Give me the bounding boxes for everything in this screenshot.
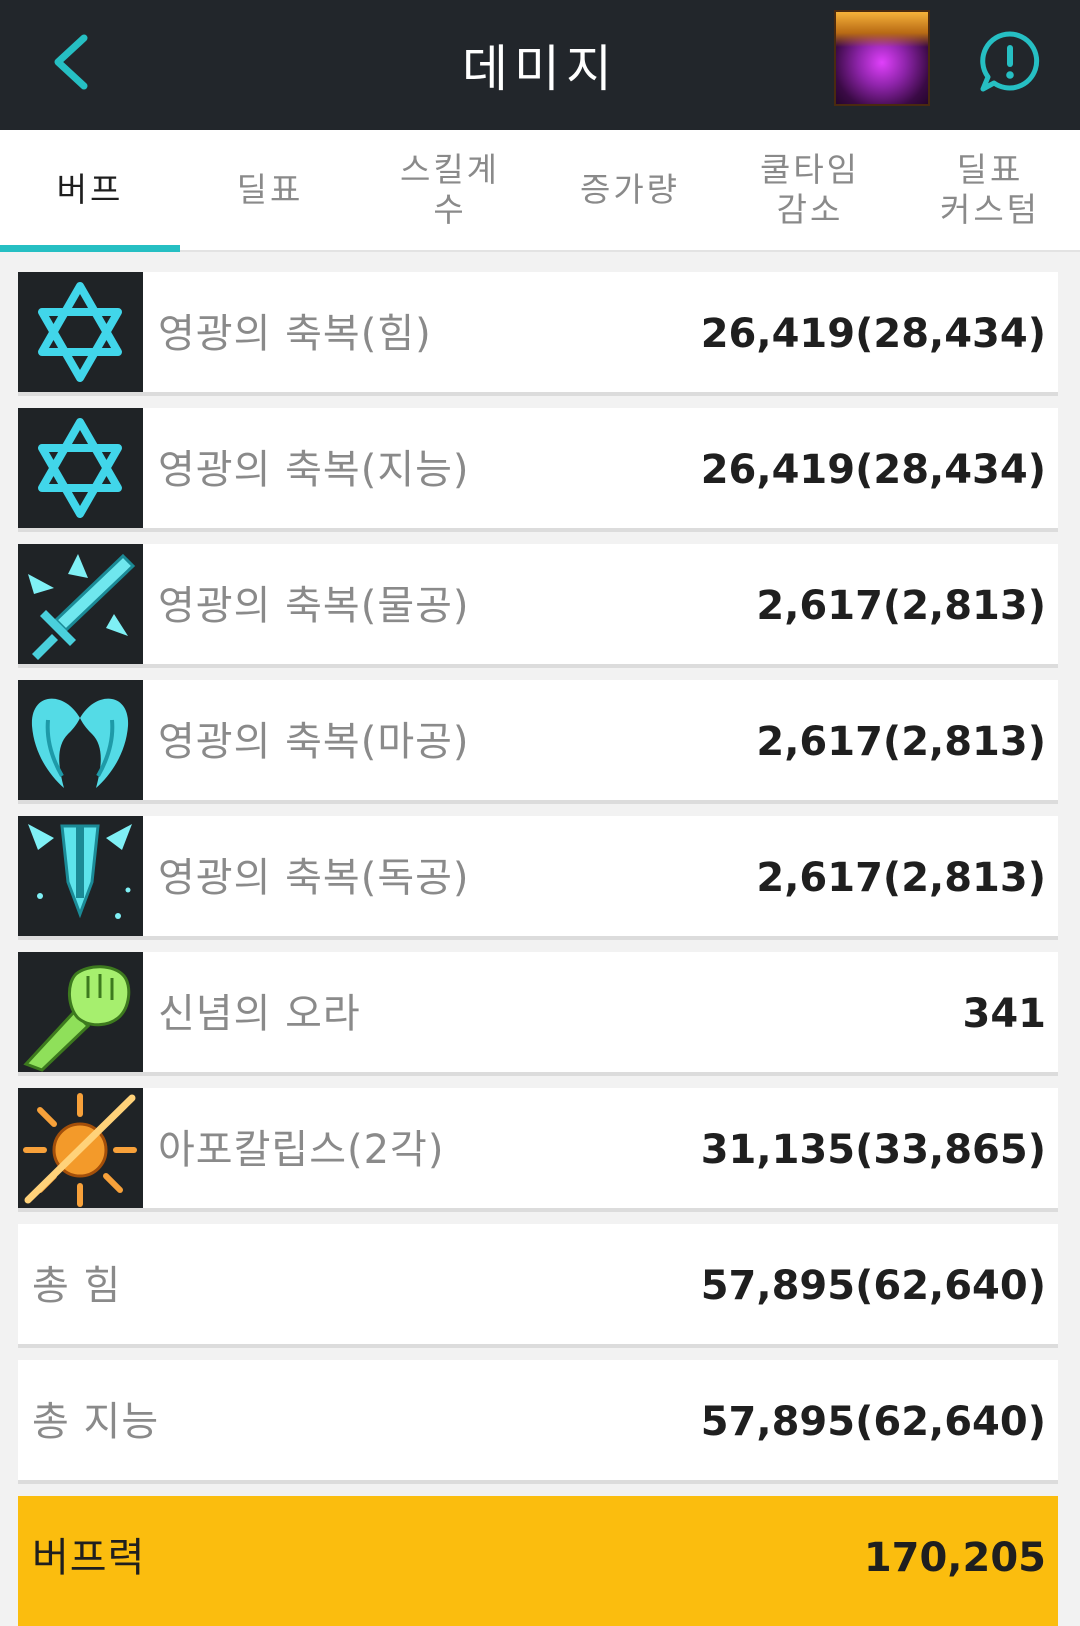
list-item: 아포칼립스(2각) 31,135(33,865) <box>18 1088 1058 1208</box>
total-label: 총 힘 <box>32 1263 122 1309</box>
list-item: 영광의 축복(마공) 2,617(2,813) <box>18 680 1058 800</box>
total-label: 총 지능 <box>32 1399 160 1445</box>
hexagram-icon <box>18 272 143 392</box>
buff-value: 341 <box>962 991 1047 1037</box>
list-item: 영광의 축복(힘) 26,419(28,434) <box>18 272 1058 392</box>
tab-buff[interactable]: 버프 <box>0 130 180 252</box>
list-item: 신념의 오라 341 <box>18 952 1058 1072</box>
buff-name: 영광의 축복(힘) <box>158 311 432 357</box>
buff-power-row: 버프력 170,205 <box>18 1496 1058 1626</box>
list-item: 영광의 축복(독공) 2,617(2,813) <box>18 816 1058 936</box>
dagger-icon <box>18 816 143 936</box>
total-row: 총 지능 57,895(62,640) <box>18 1360 1058 1480</box>
report-button[interactable] <box>970 22 1050 102</box>
fist-icon <box>18 952 143 1072</box>
buff-name: 영광의 축복(마공) <box>158 719 470 765</box>
buff-name: 영광의 축복(물공) <box>158 583 470 629</box>
sword-icon <box>18 544 143 664</box>
buff-value: 2,617(2,813) <box>756 855 1046 901</box>
back-chevron-icon <box>54 34 88 90</box>
back-button[interactable] <box>30 22 110 102</box>
buff-name: 아포칼립스(2각) <box>158 1127 445 1173</box>
wings-icon <box>18 680 143 800</box>
list-item: 영광의 축복(물공) 2,617(2,813) <box>18 544 1058 664</box>
sun-icon <box>18 1088 143 1208</box>
buff-value: 26,419(28,434) <box>700 447 1046 493</box>
buff-name: 영광의 축복(독공) <box>158 855 470 901</box>
list-item: 영광의 축복(지능) 26,419(28,434) <box>18 408 1058 528</box>
top-app-bar: 데미지 <box>0 0 1080 130</box>
buff-power-label: 버프력 <box>32 1535 146 1581</box>
alert-chat-icon <box>980 31 1040 92</box>
tab-deal-custom[interactable]: 딜표 커스텀 <box>900 130 1080 250</box>
buff-name: 신념의 오라 <box>158 991 361 1037</box>
buff-value: 26,419(28,434) <box>700 311 1046 357</box>
tab-bar: 버프 딜표 스킬계 수 증가량 쿨타임 감소 딜표 커스텀 <box>0 130 1080 252</box>
total-value: 57,895(62,640) <box>700 1399 1046 1445</box>
buff-value: 31,135(33,865) <box>700 1127 1046 1173</box>
tab-deal-table[interactable]: 딜표 <box>180 130 360 250</box>
total-row: 총 힘 57,895(62,640) <box>18 1224 1058 1344</box>
buff-value: 2,617(2,813) <box>756 583 1046 629</box>
buff-power-value: 170,205 <box>863 1535 1046 1581</box>
tab-cooldown-reduction[interactable]: 쿨타임 감소 <box>720 130 900 250</box>
total-value: 57,895(62,640) <box>700 1263 1046 1309</box>
buff-name: 영광의 축복(지능) <box>158 447 470 493</box>
tab-skill-coefficient[interactable]: 스킬계 수 <box>360 130 540 250</box>
buff-value: 2,617(2,813) <box>756 719 1046 765</box>
hexagram-icon <box>18 408 143 528</box>
tab-increase[interactable]: 증가량 <box>540 130 720 250</box>
character-avatar[interactable] <box>834 10 930 106</box>
